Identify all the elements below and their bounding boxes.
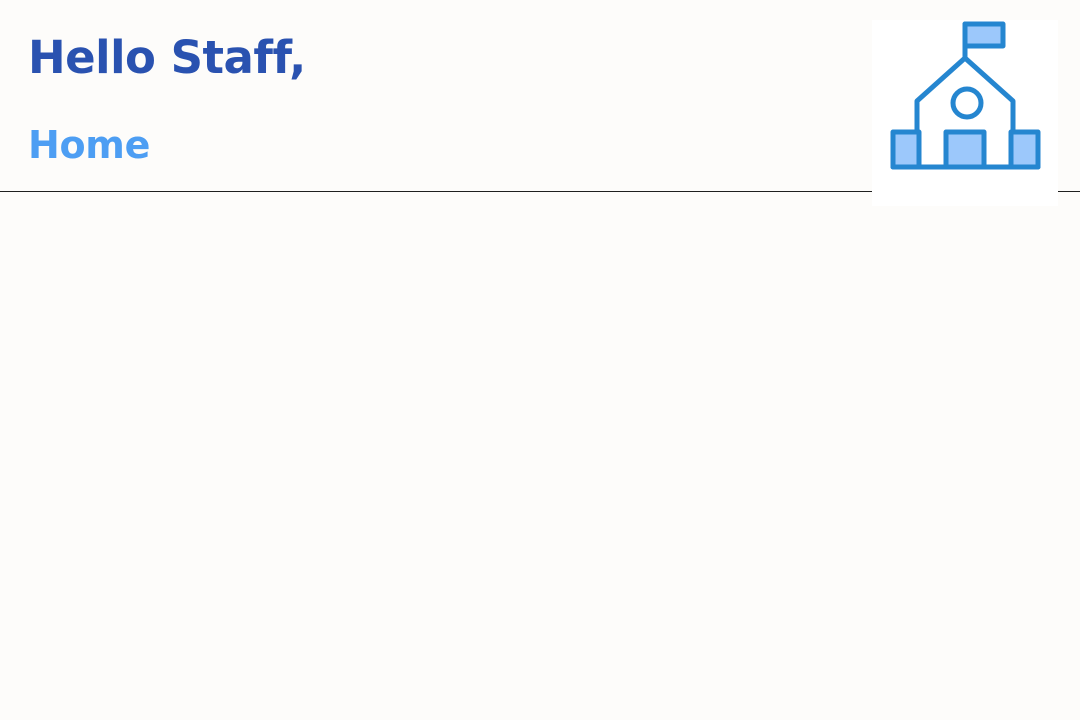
left-wing [890, 129, 922, 170]
school-logo [872, 20, 1058, 206]
main-content-area [0, 192, 1080, 720]
door [943, 129, 987, 170]
round-window [950, 86, 984, 120]
home-screen: Hello Staff, Home [0, 0, 1080, 720]
right-wing [1008, 129, 1041, 170]
school-icon [890, 21, 1041, 170]
greeting-text: Hello Staff, [28, 31, 306, 84]
flag-shape [962, 21, 1006, 49]
page-title: Home [28, 123, 151, 167]
